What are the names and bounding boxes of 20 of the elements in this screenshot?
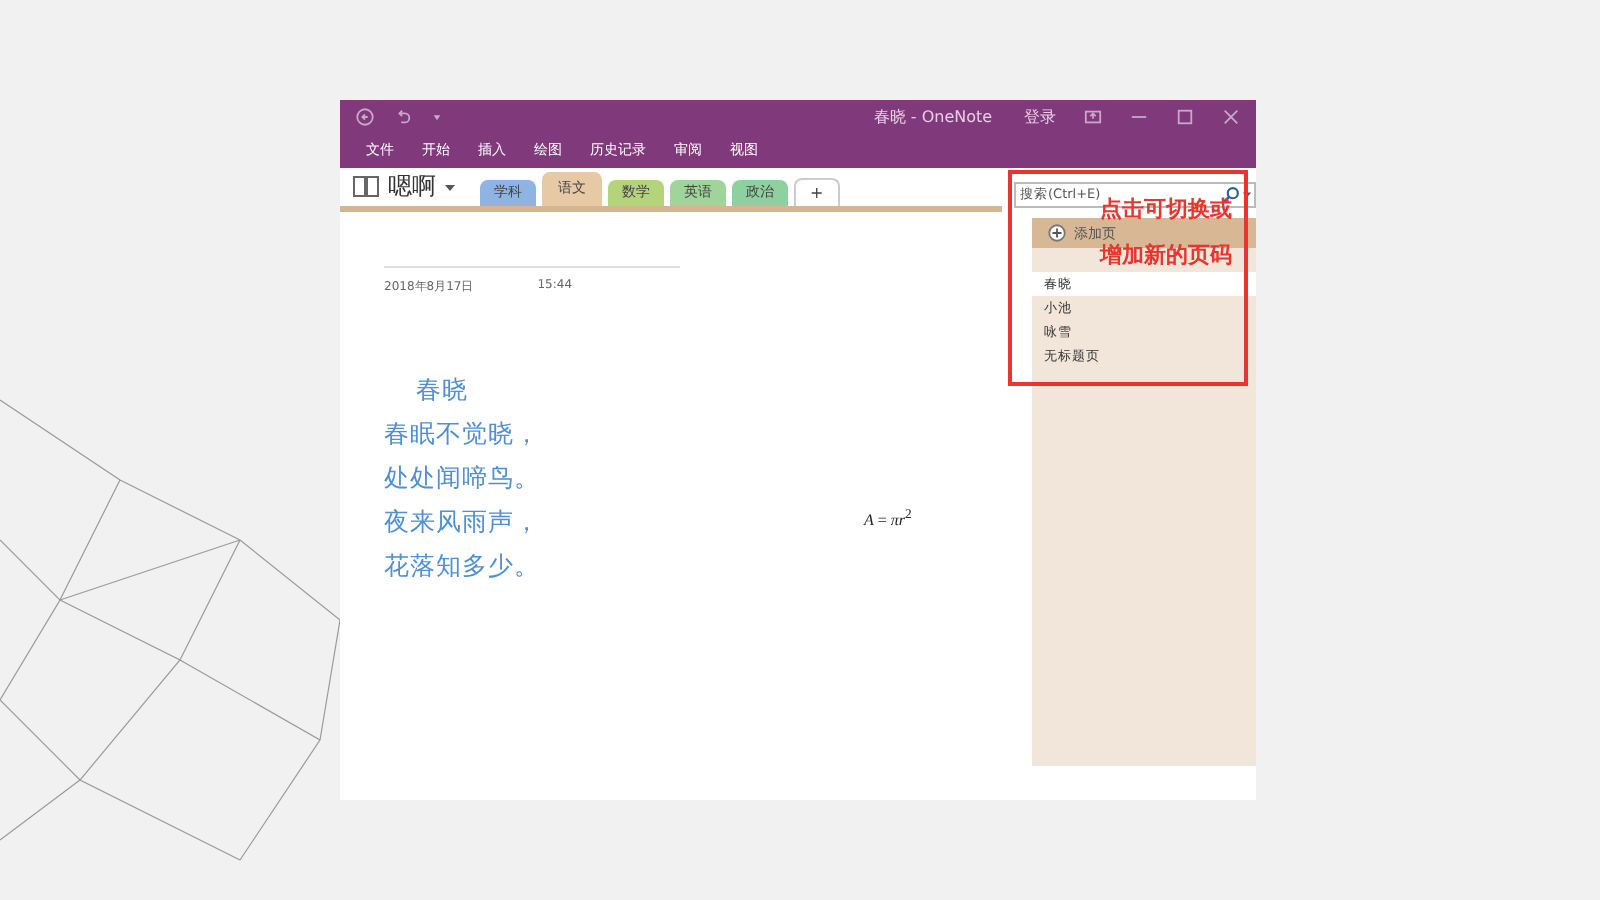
plus-circle-icon <box>1048 224 1066 242</box>
poem-line: 夜来风雨声， <box>384 504 542 540</box>
undo-icon[interactable] <box>394 107 412 125</box>
restore-icon[interactable] <box>1083 107 1102 125</box>
notebook-name[interactable]: 嗯啊 <box>388 170 436 204</box>
maximize-icon[interactable] <box>1175 107 1194 125</box>
caret-icon[interactable] <box>1242 189 1252 199</box>
formula-text: A = πr$^{2}$ <box>864 508 912 530</box>
window-title: 春晓 - OneNote <box>873 105 993 127</box>
add-section-tab[interactable]: + <box>794 178 840 206</box>
poem-line: 春眠不觉晓， <box>384 416 542 452</box>
sign-in-link[interactable]: 登录 <box>1023 105 1056 127</box>
notebook-icon <box>352 174 380 198</box>
caret-icon[interactable] <box>444 182 456 194</box>
poem-title: 春晓 <box>414 372 470 408</box>
poem-line: 处处闻啼鸟。 <box>384 460 542 496</box>
close-icon[interactable] <box>1221 107 1240 125</box>
poem-line: 花落知多少。 <box>384 548 542 584</box>
caret-icon[interactable] <box>432 111 442 121</box>
back-icon[interactable] <box>356 107 374 125</box>
